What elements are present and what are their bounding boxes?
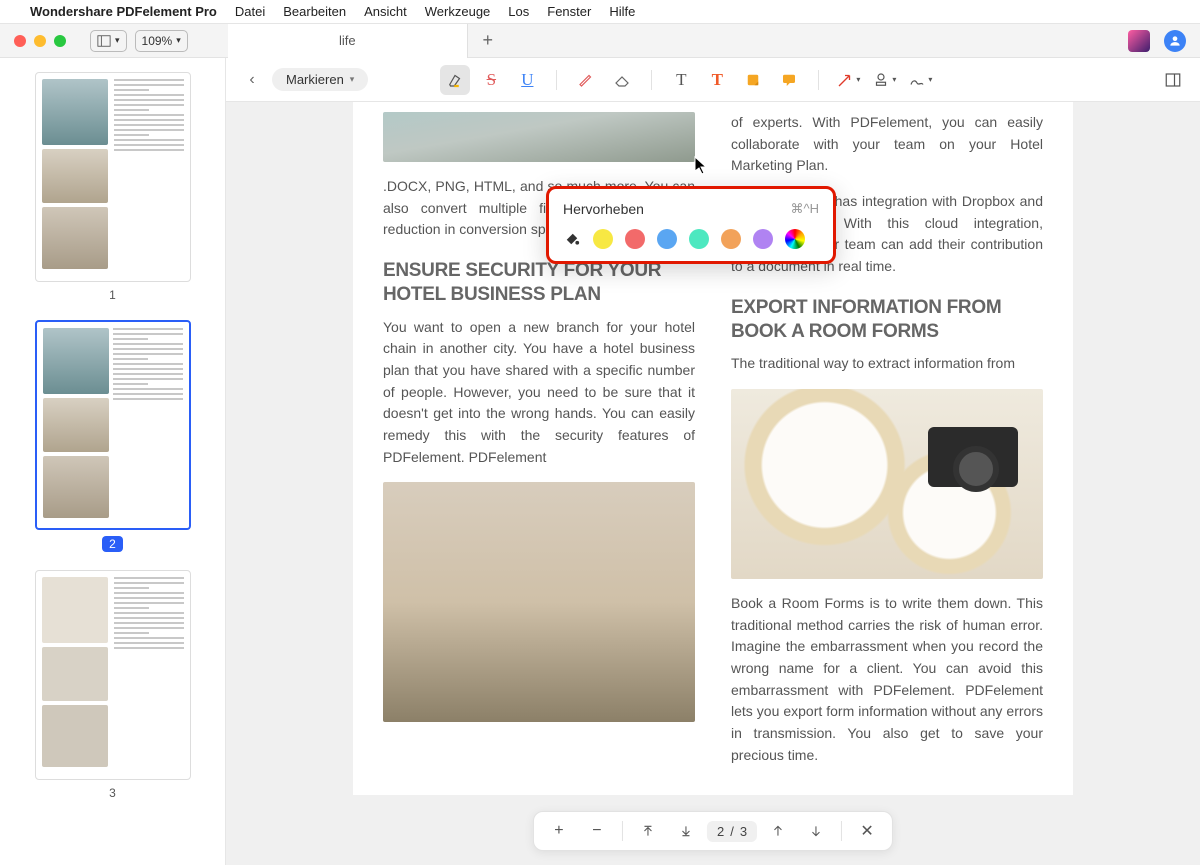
color-swatch-yellow[interactable] xyxy=(593,229,613,249)
page-indicator[interactable]: 2 / 3 xyxy=(707,821,757,842)
highlight-button[interactable] xyxy=(440,65,470,95)
close-window-icon[interactable] xyxy=(14,35,26,47)
color-picker-icon[interactable] xyxy=(785,229,805,249)
draw-button[interactable] xyxy=(571,65,601,95)
body-text: The traditional way to extract informati… xyxy=(731,353,1043,375)
minimize-window-icon[interactable] xyxy=(34,35,46,47)
traffic-lights xyxy=(0,35,66,47)
menu-datei[interactable]: Datei xyxy=(235,4,265,19)
article-image xyxy=(383,482,695,722)
side-panel-button[interactable] xyxy=(1158,65,1188,95)
text-callout-button[interactable]: T xyxy=(702,65,732,95)
annotate-toolbar: ‹ Markieren ▾ S U T T xyxy=(226,58,1200,102)
page-sep: / xyxy=(730,824,734,839)
color-swatch-blue[interactable] xyxy=(657,229,677,249)
thumbnails-panel: 1 2 3 xyxy=(0,58,226,865)
arrow-button[interactable]: ▾ xyxy=(833,65,863,95)
tab-label: life xyxy=(339,33,356,48)
page-thumbnail[interactable]: 1 xyxy=(35,72,191,302)
window-titlebar: ▾ 109% ▾ life + xyxy=(0,24,1200,58)
menu-los[interactable]: Los xyxy=(508,4,529,19)
color-swatch-orange[interactable] xyxy=(721,229,741,249)
popup-shortcut: ⌘^H xyxy=(791,201,820,217)
macos-menubar: Wondershare PDFelement Pro Datei Bearbei… xyxy=(0,0,1200,24)
close-nav-button[interactable]: ✕ xyxy=(850,814,884,848)
article-image xyxy=(383,112,695,162)
sticky-note-button[interactable] xyxy=(738,65,768,95)
thumb-number: 2 xyxy=(102,536,123,552)
zoom-value: 109% xyxy=(142,34,173,48)
color-swatch-teal[interactable] xyxy=(689,229,709,249)
zoom-in-button[interactable]: + xyxy=(542,814,576,848)
page-total: 3 xyxy=(740,824,747,839)
zoom-out-button[interactable]: − xyxy=(580,814,614,848)
section-heading: ENSURE SECURITY FOR YOUR HOTEL BUSINESS … xyxy=(383,259,695,307)
comment-button[interactable] xyxy=(774,65,804,95)
mark-mode-dropdown[interactable]: Markieren ▾ xyxy=(272,68,368,91)
page-nav-toolbar: + − 2 / 3 ✕ xyxy=(533,811,893,851)
menu-fenster[interactable]: Fenster xyxy=(547,4,591,19)
popup-title: Hervorheben xyxy=(563,201,644,217)
document-tab[interactable]: life xyxy=(228,24,468,58)
thumb-number: 3 xyxy=(109,786,116,800)
sign-button[interactable]: ▾ xyxy=(905,65,935,95)
body-text: of experts. With PDFelement, you can eas… xyxy=(731,112,1043,177)
sidebar-layout-button[interactable]: ▾ xyxy=(90,30,127,52)
color-swatch-purple[interactable] xyxy=(753,229,773,249)
next-page-button[interactable] xyxy=(799,814,833,848)
body-text: You want to open a new branch for your h… xyxy=(383,317,695,469)
section-heading: EXPORT INFORMATION FROM BOOK A ROOM FORM… xyxy=(731,296,1043,344)
zoom-level-select[interactable]: 109% ▾ xyxy=(135,30,188,52)
menu-werkzeuge[interactable]: Werkzeuge xyxy=(425,4,491,19)
body-text: Book a Room Forms is to write them down.… xyxy=(731,593,1043,767)
color-swatch-red[interactable] xyxy=(625,229,645,249)
mark-mode-label: Markieren xyxy=(286,72,344,87)
menu-bearbeiten[interactable]: Bearbeiten xyxy=(283,4,346,19)
last-page-button[interactable] xyxy=(669,814,703,848)
thumb-number: 1 xyxy=(109,288,116,302)
page-current: 2 xyxy=(717,824,724,839)
strikethrough-button[interactable]: S xyxy=(476,65,506,95)
user-avatar-icon[interactable] xyxy=(1164,30,1186,52)
menu-ansicht[interactable]: Ansicht xyxy=(364,4,407,19)
article-image xyxy=(731,389,1043,579)
back-button[interactable]: ‹ xyxy=(238,71,266,89)
menubar-app[interactable]: Wondershare PDFelement Pro xyxy=(30,4,217,19)
maximize-window-icon[interactable] xyxy=(54,35,66,47)
paint-bucket-icon[interactable] xyxy=(563,230,581,248)
menu-hilfe[interactable]: Hilfe xyxy=(609,4,635,19)
app-brand-icon[interactable] xyxy=(1128,30,1150,52)
underline-button[interactable]: U xyxy=(512,65,542,95)
text-button[interactable]: T xyxy=(666,65,696,95)
prev-page-button[interactable] xyxy=(761,814,795,848)
add-tab-button[interactable]: + xyxy=(468,30,508,51)
page-thumbnail[interactable]: 2 xyxy=(35,320,191,552)
stamp-button[interactable]: ▾ xyxy=(869,65,899,95)
eraser-button[interactable] xyxy=(607,65,637,95)
highlight-options-popup: Hervorheben ⌘^H xyxy=(546,186,836,264)
page-thumbnail[interactable]: 3 xyxy=(35,570,191,800)
first-page-button[interactable] xyxy=(631,814,665,848)
